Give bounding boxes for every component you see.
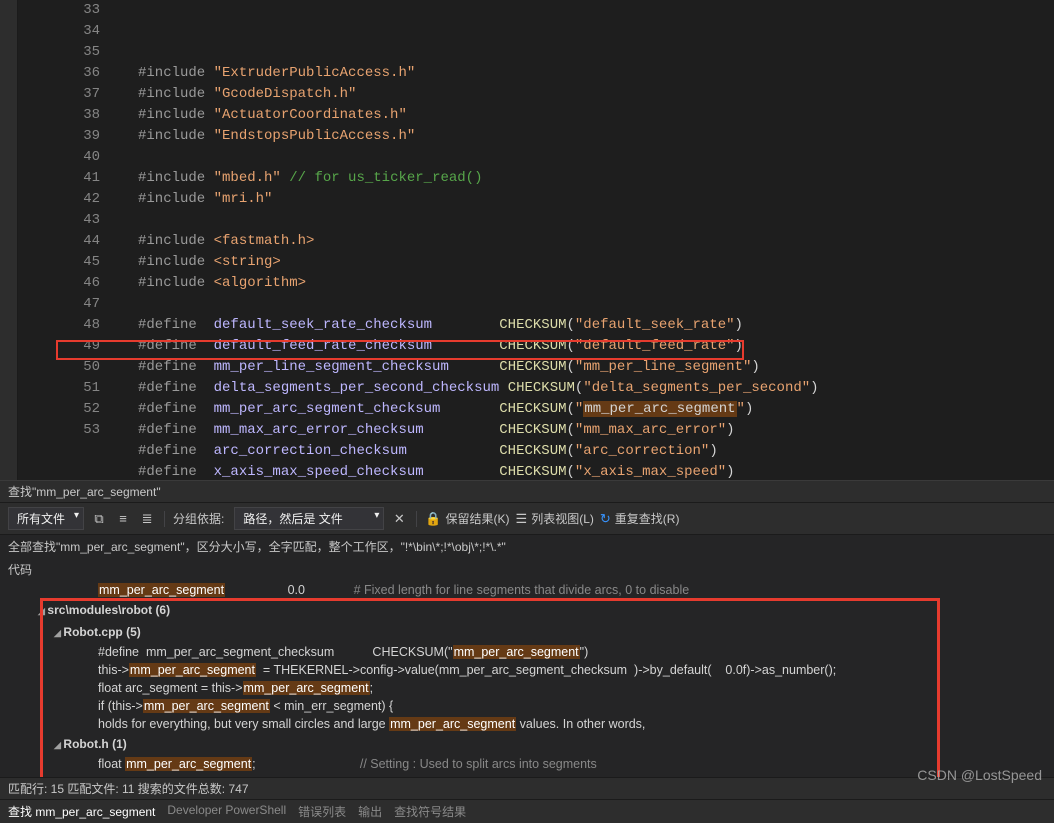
match-highlight: mm_per_arc_segment bbox=[98, 583, 225, 597]
tab-find-results[interactable]: 查找 mm_per_arc_segment bbox=[8, 803, 155, 820]
keep-results-label: 保留结果(K) bbox=[446, 510, 510, 527]
match-highlight: mm_per_arc_segment bbox=[125, 757, 252, 771]
result-text: ; bbox=[370, 681, 373, 695]
refresh-icon: ↻ bbox=[600, 511, 611, 527]
result-file-group[interactable]: Robot.cpp (5) bbox=[8, 621, 1046, 643]
result-text: 0.0 bbox=[225, 583, 354, 597]
output-tabs: 查找 mm_per_arc_segment Developer PowerShe… bbox=[0, 799, 1054, 823]
result-text: = THEKERNEL->config->value(mm_per_arc_se… bbox=[256, 663, 836, 677]
search-criteria-info: 全部查找"mm_per_arc_segment"，区分大小写，全字匹配，整个工作… bbox=[0, 535, 1054, 558]
next-result-icon[interactable]: ≣ bbox=[138, 510, 156, 528]
list-view-button[interactable]: ☰列表视图(L) bbox=[516, 510, 594, 527]
result-comment: # Fixed length for line segments that di… bbox=[354, 583, 690, 597]
result-comment: // Setting : Used to split arcs into seg… bbox=[360, 757, 597, 771]
find-results-title: 查找"mm_per_arc_segment" bbox=[0, 481, 1054, 503]
line-number-gutter: 3334353637383940414243444546474849505152… bbox=[18, 0, 118, 480]
result-file-group[interactable]: Robot.h (1) bbox=[8, 733, 1046, 755]
match-highlight: mm_per_arc_segment bbox=[243, 681, 370, 695]
match-highlight: mm_per_arc_segment bbox=[453, 645, 580, 659]
separator bbox=[164, 511, 165, 527]
result-text: this-> bbox=[98, 663, 129, 677]
code-header: 代码 bbox=[0, 558, 1054, 581]
list-view-label: 列表视图(L) bbox=[531, 510, 594, 527]
find-results-toolbar: 所有文件 ⧉ ≡ ≣ 分组依据: 路径，然后是 文件 ✕ 🔒 保留结果(K) ☰列… bbox=[0, 503, 1054, 535]
result-line[interactable]: holds for everything, but very small cir… bbox=[8, 715, 1046, 733]
result-line[interactable]: if (this->mm_per_arc_segment < min_err_s… bbox=[8, 697, 1046, 715]
find-results-panel: 查找"mm_per_arc_segment" 所有文件 ⧉ ≡ ≣ 分组依据: … bbox=[0, 480, 1054, 823]
scope-dropdown[interactable]: 所有文件 bbox=[8, 507, 84, 530]
result-text: #define mm_per_arc_segment_checksum CHEC… bbox=[98, 645, 453, 659]
result-text: ") bbox=[580, 645, 589, 659]
result-text: float bbox=[98, 757, 125, 771]
tab-developer-powershell[interactable]: Developer PowerShell bbox=[167, 803, 286, 820]
code-editor[interactable]: 3334353637383940414243444546474849505152… bbox=[0, 0, 1054, 480]
prev-result-icon[interactable]: ≡ bbox=[114, 510, 132, 528]
result-text: values. In other words, bbox=[516, 717, 645, 731]
tab-error-list[interactable]: 错误列表 bbox=[298, 803, 346, 820]
match-highlight: mm_per_arc_segment bbox=[129, 663, 256, 677]
group-by-dropdown[interactable]: 路径，然后是 文件 bbox=[234, 507, 384, 530]
keep-results-button[interactable]: 🔒 保留结果(K) bbox=[425, 510, 509, 527]
watermark: CSDN @LostSpeed bbox=[917, 767, 1042, 783]
code-content[interactable]: #include "ExtruderPublicAccess.h"#includ… bbox=[118, 0, 1054, 480]
tab-output[interactable]: 输出 bbox=[358, 803, 382, 820]
close-icon[interactable]: ✕ bbox=[390, 510, 408, 528]
result-text: ; bbox=[252, 757, 360, 771]
result-folder-group[interactable]: src\modules\robot (6) bbox=[8, 599, 1046, 621]
search-results[interactable]: mm_per_arc_segment 0.0 # Fixed length fo… bbox=[0, 581, 1054, 777]
result-line[interactable]: #define mm_per_arc_segment_checksum CHEC… bbox=[8, 643, 1046, 661]
result-line[interactable]: float mm_per_arc_segment; // Setting : U… bbox=[8, 755, 1046, 773]
result-text: if (this-> bbox=[98, 699, 143, 713]
search-status-bar: 匹配行: 15 匹配文件: 11 搜索的文件总数: 747 bbox=[0, 777, 1054, 799]
list-icon: ☰ bbox=[516, 511, 528, 527]
result-line[interactable]: this->mm_per_arc_segment = THEKERNEL->co… bbox=[8, 661, 1046, 679]
group-by-label: 分组依据: bbox=[173, 510, 224, 527]
lock-icon: 🔒 bbox=[425, 511, 441, 527]
left-strip bbox=[0, 0, 18, 480]
result-line[interactable]: float arc_segment = this->mm_per_arc_seg… bbox=[8, 679, 1046, 697]
result-text: float arc_segment = this-> bbox=[98, 681, 243, 695]
separator bbox=[416, 511, 417, 527]
match-highlight: mm_per_arc_segment bbox=[143, 699, 270, 713]
repeat-search-label: 重复查找(R) bbox=[615, 510, 680, 527]
result-line[interactable]: mm_per_arc_segment 0.0 # Fixed length fo… bbox=[8, 581, 1046, 599]
tab-find-symbol[interactable]: 查找符号结果 bbox=[394, 803, 466, 820]
match-highlight: mm_per_arc_segment bbox=[389, 717, 516, 731]
copy-icon[interactable]: ⧉ bbox=[90, 510, 108, 528]
repeat-search-button[interactable]: ↻重复查找(R) bbox=[600, 510, 680, 527]
result-text: holds for everything, but very small cir… bbox=[98, 717, 389, 731]
result-text: < min_err_segment) { bbox=[270, 699, 393, 713]
